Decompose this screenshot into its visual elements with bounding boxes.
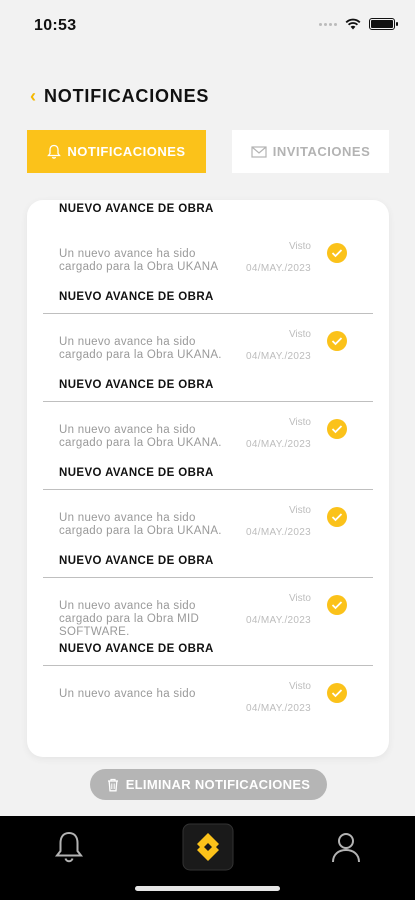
notification-status: Visto: [288, 329, 311, 340]
notification-date: 04/MAY./2023: [246, 703, 311, 714]
status-bar: 10:53: [0, 0, 415, 50]
notification-title: NUEVO AVANCE DE OBRA: [59, 203, 214, 215]
notification-status: Visto: [288, 593, 311, 604]
notification-body: Un nuevo avance ha sido cargado para la …: [59, 424, 222, 449]
battery-icon: [369, 18, 398, 30]
signal-icon: [319, 22, 337, 26]
notification-title: NUEVO AVANCE DE OBRA: [59, 291, 214, 303]
bell-icon: [54, 831, 84, 863]
wifi-icon: [345, 18, 361, 30]
trash-icon: [107, 778, 118, 791]
delete-notifications-button[interactable]: ELIMINAR NOTIFICACIONES: [90, 769, 327, 800]
notification-title: NUEVO AVANCE DE OBRA: [59, 555, 214, 567]
user-icon: [332, 833, 360, 863]
page-title: NOTIFICACIONES: [44, 86, 210, 106]
tab-notificaciones[interactable]: NOTIFICACIONES: [27, 130, 206, 173]
envelope-icon: [251, 145, 267, 158]
notification-date: 04/MAY./2023: [246, 527, 311, 538]
tab-label: INVITACIONES: [272, 144, 371, 159]
tab-label: NOTIFICACIONES: [67, 144, 186, 159]
notification-status: Visto: [288, 681, 311, 692]
check-icon: [327, 507, 347, 527]
notification-body: Un nuevo avance ha sido: [59, 688, 196, 700]
status-icons: [319, 18, 398, 30]
status-time: 10:53: [34, 17, 77, 34]
page-header: ‹ NOTIFICACIONES: [30, 86, 209, 107]
notification-title: NUEVO AVANCE DE OBRA: [59, 379, 214, 391]
notification-status: Visto: [288, 505, 311, 516]
notification-status: Visto: [288, 241, 311, 252]
notification-title: NUEVO AVANCE DE OBRA: [59, 467, 214, 479]
notification-item[interactable]: NUEVO AVANCE DE OBRA Un nuevo avance ha …: [43, 643, 373, 754]
notification-date: 04/MAY./2023: [246, 263, 311, 274]
check-icon: [327, 595, 347, 615]
nav-notifications[interactable]: [53, 830, 85, 869]
notification-status: Visto: [288, 417, 311, 428]
nav-home[interactable]: [181, 823, 235, 876]
notification-title: NUEVO AVANCE DE OBRA: [59, 643, 214, 655]
nav-profile[interactable]: [330, 830, 362, 869]
app-logo-icon: [182, 823, 234, 871]
check-icon: [327, 331, 347, 351]
bell-icon: [47, 144, 62, 159]
notification-body: Un nuevo avance ha sido cargado para la …: [59, 512, 222, 537]
notification-body: Un nuevo avance ha sido cargado para la …: [59, 336, 222, 361]
notification-body: Un nuevo avance ha sido cargado para la …: [59, 248, 219, 273]
notification-date: 04/MAY./2023: [246, 439, 311, 450]
notification-date: 04/MAY./2023: [246, 615, 311, 626]
back-chevron-icon[interactable]: ‹: [30, 86, 36, 107]
check-icon: [327, 243, 347, 263]
check-icon: [327, 683, 347, 703]
notification-date: 04/MAY./2023: [246, 351, 311, 362]
notifications-list[interactable]: NUEVO AVANCE DE OBRA Un nuevo avance ha …: [27, 200, 389, 757]
delete-button-label: ELIMINAR NOTIFICACIONES: [125, 777, 311, 792]
tab-invitaciones[interactable]: INVITACIONES: [232, 130, 389, 173]
check-icon: [327, 419, 347, 439]
home-indicator: [135, 886, 280, 891]
notification-body: Un nuevo avance ha sido cargado para la …: [59, 600, 200, 638]
